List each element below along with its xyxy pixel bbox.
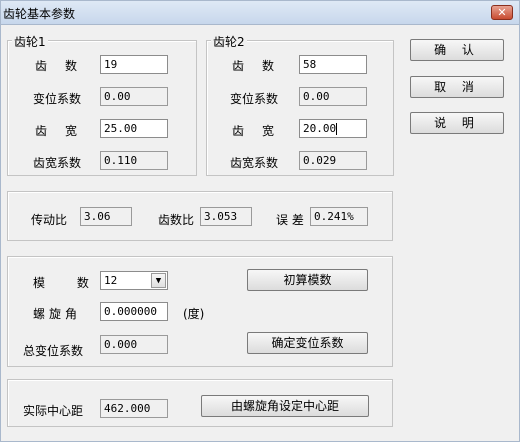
total-shift-field: 0.000 <box>100 335 168 354</box>
module-select-value: 12 <box>104 274 118 287</box>
close-button[interactable]: ✕ <box>491 5 513 20</box>
transmission-ratio-field: 3.06 <box>80 207 132 226</box>
gear1-shift-label: 变位系数 <box>33 92 82 106</box>
total-shift-label: 总变位系数 <box>23 344 84 358</box>
helix-angle-unit: (度) <box>183 307 205 321</box>
error-field: 0.241% <box>310 207 368 226</box>
gear2-shift-field: 0.00 <box>299 87 367 106</box>
gear2-teeth-input[interactable]: 58 <box>299 55 367 74</box>
gear2-legend: 齿轮2 <box>211 33 247 50</box>
teeth-ratio-field: 3.053 <box>200 207 252 226</box>
transmission-ratio-label: 传动比 <box>31 213 68 227</box>
gear1-shift-field: 0.00 <box>100 87 168 106</box>
dialog-window: 齿轮基本参数 ✕ 齿轮1 齿数 19 变位系数 0.00 齿宽 25.00 齿宽… <box>0 0 520 442</box>
help-button[interactable]: 说 明 <box>410 112 504 134</box>
set-shift-button[interactable]: 确定变位系数 <box>247 332 368 354</box>
helix-angle-input[interactable]: 0.000000 <box>100 302 168 321</box>
cancel-button[interactable]: 取 消 <box>410 76 504 98</box>
center-distance-field: 462.000 <box>100 399 168 418</box>
gear1-width-coef-label: 齿宽系数 <box>33 156 82 170</box>
helix-angle-label: 螺旋角 <box>33 307 82 321</box>
ok-button[interactable]: 确 认 <box>410 39 504 61</box>
gear1-width-coef-field: 0.110 <box>100 151 168 170</box>
gear2-width-value: 20.00 <box>303 122 337 135</box>
module-select[interactable]: 12 ▼ <box>100 271 168 290</box>
center-distance-label: 实际中心距 <box>23 404 84 418</box>
gear1-legend: 齿轮1 <box>12 33 48 50</box>
gear1-teeth-input[interactable]: 19 <box>100 55 168 74</box>
text-caret <box>336 123 338 135</box>
set-center-button[interactable]: 由螺旋角设定中心距 <box>201 395 369 417</box>
teeth-ratio-label: 齿数比 <box>158 213 195 227</box>
gear1-width-input[interactable]: 25.00 <box>100 119 168 138</box>
title-bar: 齿轮基本参数 ✕ <box>1 1 519 25</box>
gear2-shift-label: 变位系数 <box>230 92 279 106</box>
gear2-teeth-label: 齿数 <box>232 59 293 73</box>
gear1-width-label: 齿宽 <box>35 124 96 138</box>
gear2-width-input[interactable]: 20.00 <box>299 119 367 138</box>
window-title: 齿轮基本参数 <box>3 7 76 21</box>
gear2-width-coef-field: 0.029 <box>299 151 367 170</box>
gear1-teeth-label: 齿数 <box>35 59 96 73</box>
module-label: 模 数 <box>33 276 103 290</box>
gear2-width-label: 齿宽 <box>232 124 293 138</box>
chevron-down-icon[interactable]: ▼ <box>151 273 166 288</box>
gear2-width-coef-label: 齿宽系数 <box>230 156 279 170</box>
calc-module-button[interactable]: 初算模数 <box>247 269 368 291</box>
error-label: 误 差 <box>276 213 304 227</box>
